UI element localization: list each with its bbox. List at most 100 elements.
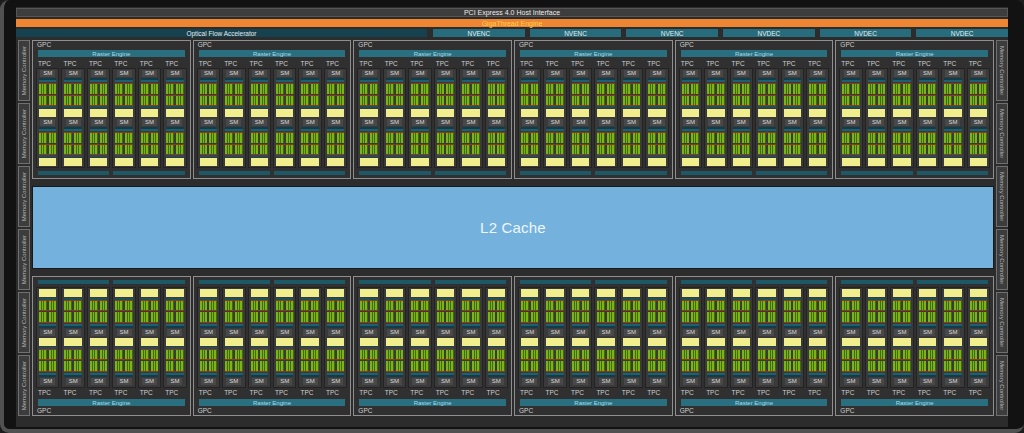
sm-separator-bar bbox=[327, 154, 344, 157]
sm-cache-bar bbox=[784, 289, 801, 297]
tpc-label: TPC bbox=[941, 388, 964, 397]
sm-unit: SM bbox=[200, 70, 217, 117]
sm-unit: SM bbox=[360, 119, 377, 166]
sm-core-block bbox=[370, 133, 378, 143]
gpc-label: GPC bbox=[679, 41, 830, 49]
sm-label: SM bbox=[759, 378, 774, 385]
sm-core-block bbox=[251, 312, 259, 322]
sm-core-block bbox=[623, 312, 631, 322]
sm-core-block bbox=[235, 312, 243, 322]
sm-core-block bbox=[717, 84, 725, 94]
sm-core-block bbox=[556, 301, 564, 311]
sm-core-block bbox=[396, 133, 404, 143]
sm-core-block bbox=[793, 361, 801, 371]
sm-core-block bbox=[717, 301, 725, 311]
sm-core-block bbox=[572, 145, 580, 155]
sm-unit: SM bbox=[251, 70, 268, 117]
sm-cache-bar bbox=[809, 109, 826, 117]
sm-core-block bbox=[556, 133, 564, 143]
sm-core-block bbox=[251, 361, 259, 371]
sm-core-block bbox=[784, 145, 792, 155]
nvdec-label: NVDEC bbox=[951, 30, 974, 37]
sm-unit: SM bbox=[115, 70, 132, 117]
sm-core-row bbox=[488, 83, 505, 94]
sm-label: SM bbox=[226, 329, 241, 336]
sm-core-block bbox=[607, 312, 615, 322]
sm-core-block bbox=[954, 96, 962, 106]
sm-core-row bbox=[90, 361, 107, 372]
sm-separator-bar bbox=[597, 154, 614, 157]
tpc-box: SMSM bbox=[248, 287, 271, 388]
sm-core-block bbox=[572, 84, 580, 94]
sm-core-block bbox=[928, 84, 936, 94]
sm-core-block bbox=[166, 301, 174, 311]
sm-label: SM bbox=[624, 119, 639, 126]
sm-core-block bbox=[809, 361, 817, 371]
sm-core-block bbox=[74, 84, 82, 94]
sm-unit: SM bbox=[623, 119, 640, 166]
sm-core-block bbox=[301, 361, 309, 371]
tpc-columns: TPCSMSMTPCSMSMTPCSMSMTPCSMSMTPCSMSMTPCSM… bbox=[518, 284, 669, 397]
sm-unit: SM bbox=[758, 338, 775, 385]
sm-cache-bar bbox=[437, 289, 454, 297]
sm-unit: SM bbox=[115, 289, 132, 336]
sm-core-block bbox=[64, 350, 72, 360]
sm-label: SM bbox=[117, 378, 132, 385]
sm-core-block bbox=[64, 96, 72, 106]
sm-core-row bbox=[327, 350, 344, 361]
sm-core-block bbox=[396, 84, 404, 94]
sm-scheduler-bar bbox=[276, 373, 293, 377]
sm-scheduler-bar bbox=[842, 373, 859, 377]
tpc: TPCSMSM bbox=[383, 284, 406, 397]
sm-core-block bbox=[235, 145, 243, 155]
raster-engine-bar: Raster Engine bbox=[359, 50, 506, 57]
sm-scheduler-bar bbox=[360, 373, 377, 377]
sm-separator-bar bbox=[944, 105, 961, 108]
sm-core-block bbox=[488, 84, 496, 94]
sm-core-block bbox=[166, 350, 174, 360]
sm-unit: SM bbox=[944, 70, 961, 117]
tpc: TPCSMSM bbox=[87, 284, 110, 397]
raster-engine-bar: Raster Engine bbox=[681, 50, 828, 57]
sm-core-row bbox=[327, 132, 344, 143]
sm-core-block bbox=[582, 312, 590, 322]
sm-core-block bbox=[819, 96, 827, 106]
sm-label: SM bbox=[91, 119, 106, 126]
sm-core-block bbox=[225, 84, 233, 94]
sm-label: SM bbox=[142, 378, 157, 385]
sm-scheduler-bar bbox=[225, 78, 242, 82]
sm-unit: SM bbox=[842, 338, 859, 385]
sm-core-row bbox=[166, 132, 183, 143]
sm-scheduler-bar bbox=[411, 127, 428, 131]
sm-core-block bbox=[260, 312, 268, 322]
sm-scheduler-bar bbox=[648, 324, 665, 328]
sm-core-row bbox=[488, 361, 505, 372]
sm-label: SM bbox=[971, 70, 986, 77]
sm-separator-bar bbox=[707, 105, 724, 108]
sm-core-row bbox=[200, 350, 217, 361]
sm-label: SM bbox=[328, 70, 343, 77]
sm-core-block bbox=[311, 84, 319, 94]
tpc-label: TPC bbox=[730, 388, 753, 397]
sm-core-block bbox=[276, 145, 284, 155]
sm-core-block bbox=[225, 301, 233, 311]
sm-core-block bbox=[396, 301, 404, 311]
sm-scheduler-bar bbox=[386, 78, 403, 82]
sm-core-row bbox=[488, 132, 505, 143]
tpc-label: TPC bbox=[248, 388, 271, 397]
sm-scheduler-bar bbox=[251, 127, 268, 131]
sm-core-block bbox=[784, 96, 792, 106]
sm-scheduler-bar bbox=[809, 127, 826, 131]
gpc-bar bbox=[841, 171, 912, 175]
sm-label: SM bbox=[920, 119, 935, 126]
sm-core-block bbox=[49, 145, 57, 155]
tpc: TPCSMSM bbox=[222, 284, 245, 397]
sm-core-row bbox=[200, 312, 217, 323]
sm-core-block bbox=[301, 350, 309, 360]
sm-cache-bar bbox=[758, 109, 775, 117]
sm-core-row bbox=[648, 350, 665, 361]
sm-core-block bbox=[437, 350, 445, 360]
tpc-box: SMSM bbox=[298, 68, 321, 168]
sm-core-block bbox=[472, 301, 480, 311]
sm-label: SM bbox=[548, 378, 563, 385]
